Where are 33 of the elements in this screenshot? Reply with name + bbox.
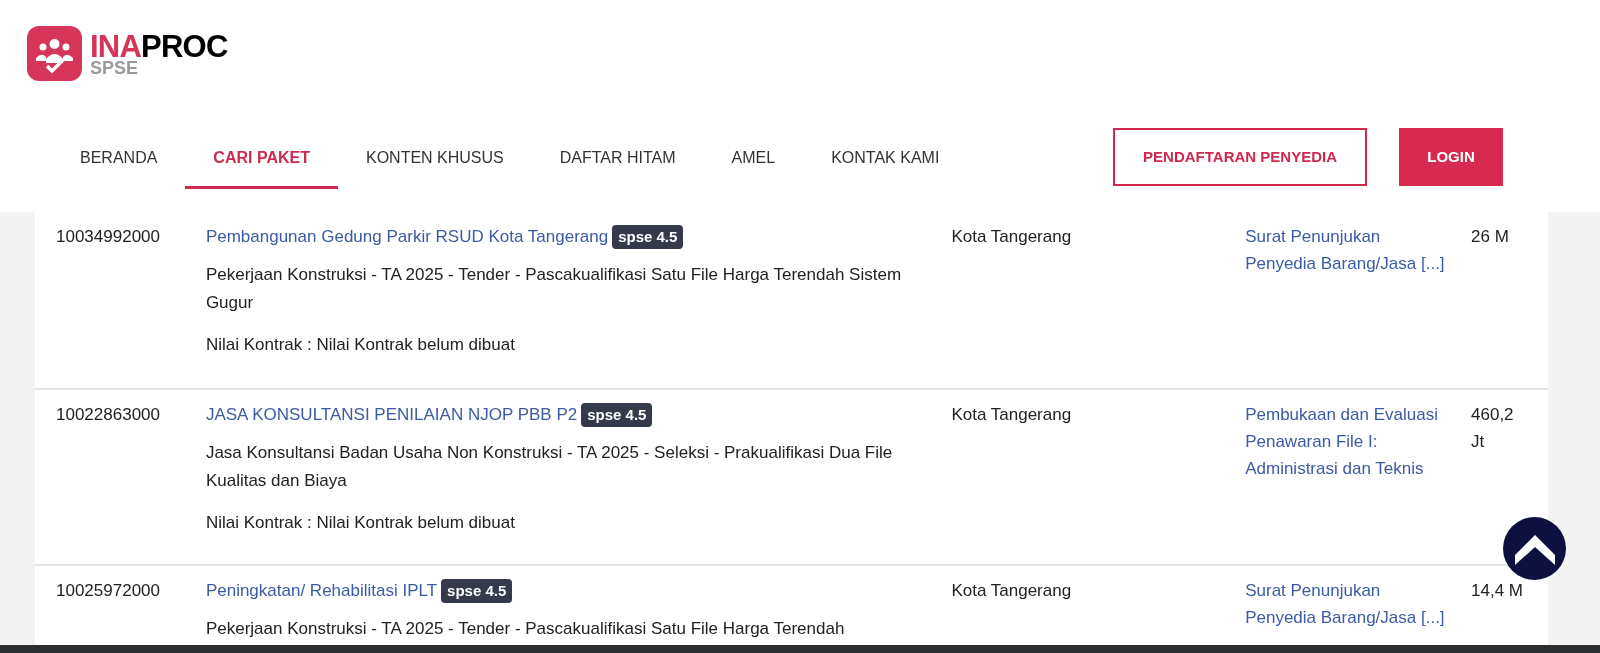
- package-details: Jasa Konsultansi Badan Usaha Non Konstruksi - TA 2025 - Seleksi - Prakualifikasi Dua File Kualitas dan Biaya: [205, 442, 894, 492]
- package-title-link[interactable]: Peningkatan/ Rehabilitasi IPLT: [205, 577, 438, 605]
- stage-link[interactable]: Pembukaan dan Evaluasi Penawaran File I: Administrasi dan Teknis: [1245, 401, 1468, 564]
- login-button[interactable]: LOGIN: [1399, 128, 1503, 186]
- stage-link[interactable]: Surat Penunjukan Penyedia Barang/Jasa [...]: [1245, 223, 1468, 388]
- contract-value: Nilai Kontrak : Nilai Kontrak belum dibuat: [205, 334, 516, 356]
- nav-tab[interactable]: DAFTAR HITAM: [531, 129, 704, 189]
- nav-tab[interactable]: BERANDA: [52, 129, 186, 189]
- chevron-up-icon: [1514, 532, 1555, 565]
- version-badge: spse 4.5: [612, 224, 684, 250]
- package-value: 14,4 M: [1470, 580, 1524, 602]
- nav-tab[interactable]: KONTEN KHUSUS: [337, 129, 532, 189]
- package-title-link[interactable]: Pembangunan Gedung Parkir RSUD Kota Tangerang: [205, 223, 609, 251]
- nav-tab[interactable]: CARI PAKET: [185, 129, 338, 189]
- contract-value: Nilai Kontrak : Nilai Kontrak belum dibuat: [205, 512, 516, 534]
- nav-tab[interactable]: KONTAK KAMI: [803, 129, 968, 189]
- stage-link[interactable]: Surat Penunjukan Penyedia Barang/Jasa [...]: [1245, 577, 1468, 645]
- package-code: 10034992000: [56, 226, 161, 248]
- package-title-link[interactable]: JASA KONSULTANSI PENILAIAN NJOP PBB P2: [205, 401, 578, 429]
- location-text: Kota Tangerang: [951, 404, 1073, 426]
- version-badge: spse 4.5: [581, 402, 653, 428]
- package-details: Pekerjaan Konstruksi - TA 2025 - Tender - Pascakualifikasi Satu File Harga Terendah: [205, 618, 846, 640]
- register-button[interactable]: PENDAFTARAN PENYEDIA: [1113, 128, 1367, 186]
- nav-tab[interactable]: AMEL: [703, 129, 804, 189]
- package-details: Pekerjaan Konstruksi - TA 2025 - Tender - Pascakualifikasi Satu File Harga Terendah Sistem Gugur: [205, 264, 903, 314]
- location-text: Kota Tangerang: [951, 580, 1073, 602]
- logo-icon: [27, 26, 82, 81]
- package-value: 460,2 Jt: [1470, 404, 1515, 453]
- package-value: 26 M: [1470, 226, 1510, 248]
- package-code: 10025972000: [56, 580, 161, 602]
- package-code: 10022863000: [56, 404, 161, 426]
- location-text: Kota Tangerang: [951, 226, 1073, 248]
- version-badge: spse 4.5: [441, 578, 513, 604]
